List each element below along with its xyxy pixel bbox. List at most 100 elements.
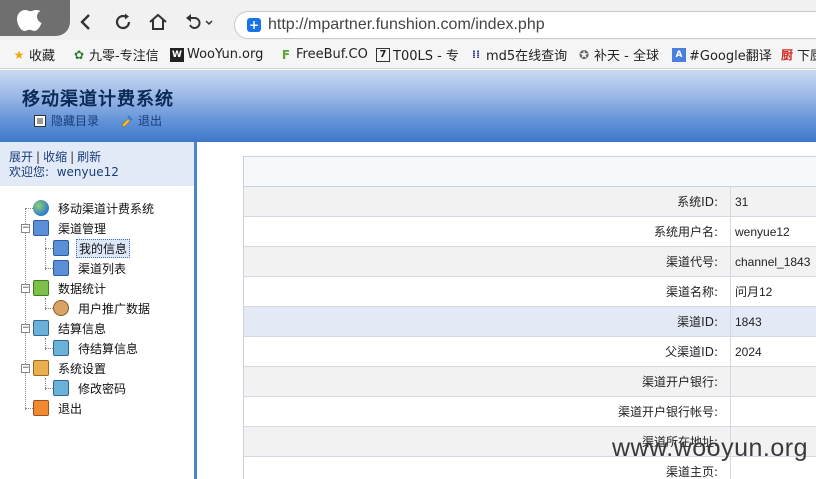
bookmark-favorites[interactable]: ★ 收藏 (12, 46, 55, 65)
logout-icon (121, 114, 133, 127)
settings-icon (33, 360, 49, 376)
stats-icon (33, 280, 49, 296)
collapse-toggle[interactable]: − (21, 324, 30, 333)
collapse-toggle[interactable]: − (21, 224, 30, 233)
address-bar[interactable]: + http://mpartner.funshion.com/index.php (234, 11, 816, 39)
tree-settings[interactable]: 系统设置 (33, 358, 108, 378)
row-value: wenyue12 (735, 225, 790, 239)
xiachufang-icon: 厨 (780, 48, 793, 62)
tree-line (25, 208, 26, 410)
page-icon (53, 240, 69, 256)
expand-link[interactable]: 展开 (9, 150, 33, 164)
welcome-label: 欢迎您: (9, 165, 50, 179)
browser-toolbar: + http://mpartner.funshion.com/index.php (0, 0, 816, 40)
tree-pending[interactable]: 待结算信息 (53, 338, 140, 358)
bookmark-label: 下厨 (797, 49, 816, 64)
bookmark-label: md5在线查询 (486, 49, 568, 64)
tree-line (25, 208, 33, 209)
tree-settlement[interactable]: 结算信息 (33, 318, 108, 338)
tree-data-stats[interactable]: 数据统计 (33, 278, 108, 298)
tree-line (45, 388, 53, 389)
tree-change-password[interactable]: 修改密码 (53, 378, 128, 398)
bookmark-label: WooYun.org (187, 47, 264, 62)
bookmark-translate[interactable]: A #Google翻译 (672, 46, 772, 64)
welcome-line: 欢迎您: wenyue12 (9, 165, 194, 180)
bookmark-xiachufang[interactable]: 厨下厨 (780, 46, 816, 64)
row-value (731, 397, 816, 426)
collapse-link[interactable]: 收缩 (43, 150, 67, 164)
tree-label: 数据统计 (58, 281, 107, 296)
url-text: http://mpartner.funshion.com/index.php (268, 16, 545, 33)
tree-line (45, 238, 46, 270)
collapse-toggle[interactable]: − (21, 284, 30, 293)
tree-label: 待结算信息 (78, 341, 139, 356)
globe-icon (33, 200, 49, 216)
table-row: 系统用户名: wenyue12 (244, 217, 816, 247)
logout-label: 退出 (138, 114, 163, 128)
settlement-icon (33, 320, 49, 336)
star-icon: ★ (13, 47, 25, 62)
users-icon (53, 300, 69, 316)
row-label: 渠道开户银行帐号: (244, 397, 731, 426)
main-content: 系统ID: 31 系统用户名: wenyue12 渠道代号: channel_1843… (197, 142, 816, 479)
row-value: channel_1843 (735, 255, 811, 269)
table-row: 系统ID: 31 (244, 187, 816, 217)
bookmark-wooyun[interactable]: W WooYun.org (170, 46, 263, 63)
tree-label: 修改密码 (78, 381, 127, 396)
row-label: 渠道开户银行: (244, 367, 731, 396)
app-header: 移动渠道计费系统 隐藏目录 退出 (0, 70, 816, 142)
bookmark-tools[interactable]: 7 T00LS - 专 (376, 46, 459, 64)
home-icon[interactable] (148, 12, 168, 32)
exit-icon (33, 400, 49, 416)
pending-icon (53, 340, 69, 356)
row-label: 系统用户名: (244, 217, 731, 246)
row-value: 31 (735, 195, 749, 209)
tree-root[interactable]: 移动渠道计费系统 (33, 198, 156, 218)
bookmark-jiuling[interactable]: ✿ 九零-专注信 (72, 46, 159, 65)
table-row: 渠道开户银行帐号: (244, 397, 816, 427)
refresh-link[interactable]: 刷新 (77, 150, 101, 164)
bookmark-label: 补天 - 全球 (594, 49, 659, 64)
tree-label: 用户推广数据 (78, 301, 151, 316)
wooyun-icon: W (170, 47, 184, 62)
row-value (731, 367, 816, 396)
reload-icon[interactable] (113, 12, 133, 32)
table-header (244, 157, 816, 187)
bookmark-freebuf[interactable]: F FreeBuf.CO (279, 46, 368, 63)
hide-menu-label: 隐藏目录 (51, 114, 100, 128)
butian-icon: ✪ (578, 47, 590, 62)
history-icon[interactable] (184, 12, 214, 32)
tree-channel-mgmt[interactable]: 渠道管理 (33, 218, 108, 238)
bookmark-label: 九零-专注信 (89, 49, 159, 64)
translate-icon: A (672, 47, 686, 62)
bookmark-butian[interactable]: ✪ 补天 - 全球 (577, 46, 659, 65)
folder-icon (33, 220, 49, 236)
tree-exit[interactable]: 退出 (33, 398, 84, 418)
bookmark-md5[interactable]: ⁞⁞ md5在线查询 (469, 46, 568, 64)
menu-icon (34, 114, 46, 127)
row-label: 渠道名称: (244, 277, 731, 306)
row-value: 2024 (735, 345, 762, 359)
bookmarks-bar: ★ 收藏 ✿ 九零-专注信 W WooYun.org F FreeBuf.CO 7 T00… (0, 40, 816, 69)
tree-label: 我的信息 (76, 238, 131, 258)
username: wenyue12 (56, 165, 119, 179)
tree-line (45, 268, 53, 269)
tree-label: 退出 (58, 401, 83, 416)
tree-line (45, 308, 53, 309)
sidebar-header: 展开 | 收缩 | 刷新 欢迎您: wenyue12 (0, 142, 194, 186)
page-icon (53, 260, 69, 276)
row-value: 问月12 (735, 285, 773, 299)
logout-link[interactable]: 退出 (121, 112, 162, 129)
sidebar: 展开 | 收缩 | 刷新 欢迎您: wenyue12 − − − − 移动渠道计费系统 … (0, 142, 197, 479)
row-label: 系统ID: (244, 187, 731, 216)
tree-label: 系统设置 (58, 361, 107, 376)
tree-user-promo[interactable]: 用户推广数据 (53, 298, 152, 318)
hide-menu-link[interactable]: 隐藏目录 (34, 112, 99, 129)
secure-shield-icon: + (247, 18, 261, 32)
tree-channel-list[interactable]: 渠道列表 (53, 258, 128, 278)
tree-my-info[interactable]: 我的信息 (53, 238, 131, 258)
back-icon[interactable] (76, 12, 96, 32)
collapse-toggle[interactable]: − (21, 364, 30, 373)
table-row: 渠道开户银行: (244, 367, 816, 397)
tree-label: 渠道管理 (58, 221, 107, 236)
